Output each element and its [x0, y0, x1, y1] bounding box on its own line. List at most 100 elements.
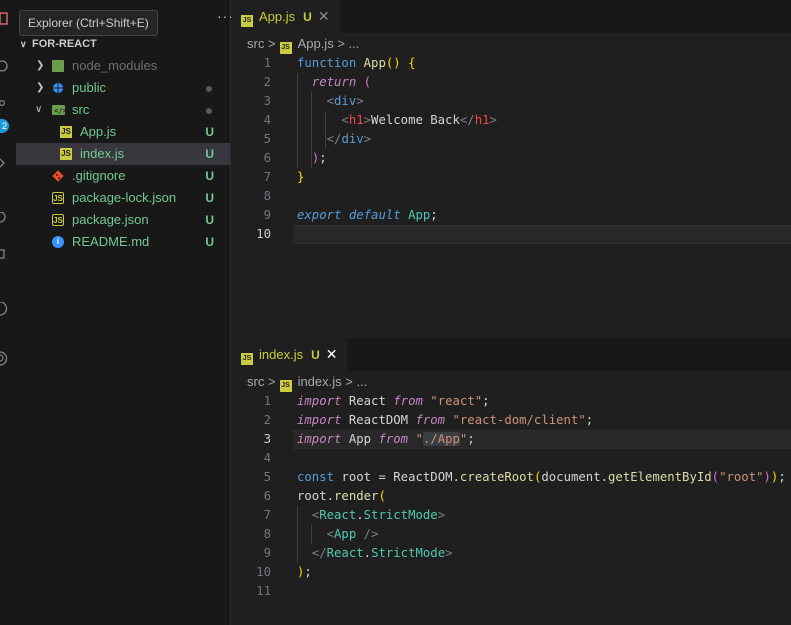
line-number: 10 [256, 227, 271, 241]
line-number: 11 [256, 584, 271, 598]
line-number: 4 [263, 451, 271, 465]
untracked-status: U [205, 235, 214, 249]
tree-item-readme-md[interactable]: i README.md U [16, 231, 230, 253]
extensions-icon[interactable] [0, 211, 10, 224]
line-number: 4 [263, 113, 271, 127]
breadcrumb: src > JS App.js > ... [247, 36, 359, 54]
chevron-right-icon: ❯ [36, 82, 45, 93]
tree-item-app-js[interactable]: JS App.js U [16, 121, 230, 143]
code-editor[interactable]: 1 2 3 4 5 6 7 8 9 10 function App() { re… [231, 54, 791, 340]
tree-item-label: package.json [72, 212, 149, 227]
line-number: 8 [263, 527, 271, 541]
line-number: 5 [263, 132, 271, 146]
line-number: 10 [256, 565, 271, 579]
source-control-badge: 2 [0, 119, 9, 133]
tree-item-package-json[interactable]: JS package.json U [16, 209, 230, 231]
info-file-icon: i [52, 236, 64, 248]
breadcrumb-folder[interactable]: src [247, 374, 264, 389]
js-file-icon: JS [241, 353, 253, 365]
tree-item-index-js[interactable]: JS index.js U [16, 143, 230, 165]
close-icon[interactable]: ✕ [318, 8, 330, 24]
untracked-status: U [311, 348, 320, 362]
explorer-icon[interactable] [0, 12, 10, 25]
activity-bar: 2 [0, 0, 17, 625]
line-number: 7 [263, 170, 271, 184]
tree-item-gitignore[interactable]: .gitignore U [16, 165, 230, 187]
source-control-icon[interactable] [0, 100, 10, 112]
line-number: 1 [263, 56, 271, 70]
tab-label: App.js [259, 9, 296, 24]
search-icon[interactable] [0, 60, 10, 72]
code-line: export default App; [297, 208, 438, 222]
tree-item-label: node_modules [72, 58, 158, 73]
line-number: 2 [263, 75, 271, 89]
line-number: 3 [263, 432, 271, 446]
line-number: 9 [263, 546, 271, 560]
tree-item-label: public [72, 80, 106, 95]
code-line: <React.StrictMode> [311, 508, 446, 522]
untracked-status: U [205, 191, 214, 205]
code-line: function App() { [297, 56, 416, 70]
js-file-icon: JS [60, 148, 72, 160]
remote-explorer-icon[interactable] [0, 248, 10, 260]
js-file-icon: JS [279, 380, 292, 392]
svg-text:</>: </> [54, 107, 66, 115]
code-line: import App from "./App"; [297, 432, 475, 446]
tab-app-js[interactable]: JS App.js U ✕ [231, 0, 340, 33]
line-number: 6 [263, 489, 271, 503]
js-file-icon: JS [279, 42, 292, 54]
folder-name: FOR-REACT [32, 38, 97, 50]
code-line: <App /> [326, 527, 379, 541]
tree-item-label: .gitignore [72, 168, 126, 183]
run-debug-icon[interactable] [0, 156, 10, 168]
tree-item-src[interactable]: ∨ </> src [16, 99, 230, 121]
breadcrumb-separator: > [345, 374, 353, 389]
editor-group-top: JS App.js U ✕ src > JS App.js > ... 1 2 3 4 5… [231, 0, 791, 340]
breadcrumb-file[interactable]: App.js [298, 36, 334, 51]
line-number: 8 [263, 189, 271, 203]
json-file-icon: JS [52, 214, 64, 226]
breadcrumb-more[interactable]: ... [356, 374, 367, 389]
code-line: <h1>Welcome Back</h1> [341, 113, 497, 127]
tree-item-public[interactable]: ❯ public [16, 77, 230, 99]
breadcrumb: src > JS index.js > ... [247, 374, 367, 392]
code-line: const root = ReactDOM.createRoot(documen… [297, 470, 786, 484]
code-line: </React.StrictMode> [311, 546, 453, 560]
code-line: root.render( [297, 489, 386, 503]
breadcrumb-more[interactable]: ... [349, 36, 360, 51]
workspace-folder-header[interactable]: ∨ FOR-REACT [20, 38, 97, 50]
code-line: ); [297, 565, 312, 579]
untracked-status: U [205, 213, 214, 227]
line-number: 2 [263, 413, 271, 427]
tree-item-label: index.js [80, 146, 125, 161]
modified-dot [206, 86, 212, 92]
breadcrumb-file[interactable]: index.js [298, 374, 342, 389]
modified-dot [206, 108, 212, 114]
tree-item-label: package-lock.json [72, 190, 177, 205]
line-number: 6 [263, 151, 271, 165]
code-line: ); [311, 151, 327, 165]
code-editor[interactable]: 1 2 3 4 5 6 7 8 9 10 11 import React fro… [231, 392, 791, 625]
untracked-status: U [205, 147, 214, 161]
untracked-status: U [205, 125, 214, 139]
testing-icon[interactable] [0, 301, 10, 316]
close-icon[interactable]: ✕ [326, 346, 338, 362]
tab-bar: JS index.js U ✕ [231, 338, 791, 371]
line-number: 1 [263, 394, 271, 408]
tree-item-package-lock-json[interactable]: JS package-lock.json U [16, 187, 230, 209]
untracked-status: U [205, 169, 214, 183]
tree-item-node-modules[interactable]: ❯ node_modules [16, 55, 230, 77]
breadcrumb-separator: > [267, 36, 276, 51]
line-number: 7 [263, 508, 271, 522]
breadcrumb-separator: > [267, 374, 276, 389]
tab-index-js[interactable]: JS index.js U ✕ [231, 338, 348, 371]
tree-item-label: App.js [80, 124, 117, 139]
current-line-highlight [293, 225, 791, 244]
explorer-tooltip: Explorer (Ctrl+Shift+E) [19, 10, 158, 36]
breadcrumb-folder[interactable]: src [247, 36, 264, 51]
account-icon[interactable] [0, 350, 10, 366]
git-file-icon [52, 170, 64, 182]
explorer-sidebar: ··· ∨ FOR-REACT ❯ node_modules ❯ public ∨… [16, 0, 233, 625]
js-file-icon: JS [60, 126, 72, 138]
untracked-status: U [303, 10, 312, 24]
